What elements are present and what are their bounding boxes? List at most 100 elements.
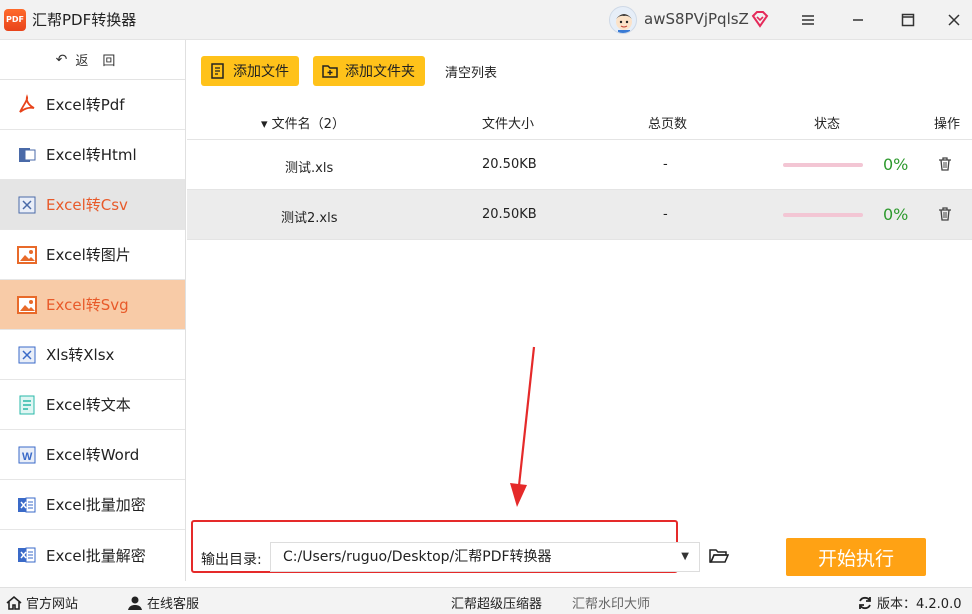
add-folder-button[interactable]: 添加文件夹 xyxy=(313,56,425,86)
column-filename-header[interactable]: ▾ 文件名（2） xyxy=(261,113,345,132)
user-name[interactable]: awS8PVjPqlsZ xyxy=(644,10,749,28)
open-folder-icon[interactable] xyxy=(709,547,729,565)
sidebar-item-label: Excel转Svg xyxy=(46,296,129,314)
progress-bar xyxy=(783,163,863,167)
sidebar-item-excel-to-image[interactable]: Excel转图片 xyxy=(0,230,185,280)
add-file-icon xyxy=(211,63,224,79)
delete-trash-icon[interactable] xyxy=(937,156,953,172)
word-icon: W xyxy=(16,444,38,466)
svg-image-icon xyxy=(16,294,38,316)
refresh-icon xyxy=(859,596,871,609)
minimize-button[interactable] xyxy=(844,6,872,34)
sidebar-item-excel-decrypt[interactable]: Excel批量解密 xyxy=(0,530,185,580)
file-size: 20.50KB xyxy=(482,157,537,172)
table-row[interactable]: 测试2.xls 20.50KB - 0% xyxy=(187,190,972,240)
sidebar-item-excel-encrypt[interactable]: Excel批量加密 xyxy=(0,480,185,530)
sidebar-item-excel-to-word[interactable]: W Excel转Word xyxy=(0,430,185,480)
sidebar-item-xls-to-xlsx[interactable]: Xls转Xlsx xyxy=(0,330,185,380)
csv-icon xyxy=(16,194,38,216)
back-arrow-icon: ↶ xyxy=(55,51,68,68)
column-action-header: 操作 xyxy=(934,117,961,132)
svg-text:W: W xyxy=(22,451,33,463)
progress-percent: 0% xyxy=(883,155,909,174)
table-row[interactable]: 测试.xls 20.50KB - 0% xyxy=(187,140,972,190)
sidebar-item-excel-to-text[interactable]: Excel转文本 xyxy=(0,380,185,430)
product-link-watermark[interactable]: 汇帮水印大师 xyxy=(572,593,650,612)
version-label: 版本：4.2.0.0 xyxy=(877,597,962,612)
sidebar-item-label: Xls转Xlsx xyxy=(46,346,115,364)
table-header: ▾ 文件名（2） 文件大小 总页数 状态 操作 xyxy=(187,102,972,140)
official-website-link[interactable]: 官方网站 xyxy=(6,593,78,612)
chevron-down-icon[interactable]: ▼ xyxy=(681,543,689,571)
clear-list-button[interactable]: 清空列表 xyxy=(445,62,497,81)
column-size-header: 文件大小 xyxy=(482,117,535,132)
product-compressor-label: 汇帮超级压缩器 xyxy=(451,597,543,612)
annotation-arrow-icon xyxy=(510,346,536,507)
app-title: 汇帮PDF转换器 xyxy=(32,11,137,29)
column-pages-header: 总页数 xyxy=(648,117,688,132)
decrypt-excel-icon xyxy=(16,544,38,566)
output-dir-label: 输出目录: xyxy=(201,552,262,568)
avatar-face-icon xyxy=(616,14,632,33)
progress-percent: 0% xyxy=(883,205,909,224)
file-pages: - xyxy=(663,207,668,222)
online-support-link[interactable]: 在线客服 xyxy=(127,593,199,612)
column-status-header: 状态 xyxy=(814,117,841,132)
support-person-icon xyxy=(128,596,142,610)
pdf-icon xyxy=(16,93,38,116)
close-icon xyxy=(948,14,960,26)
maximize-icon xyxy=(901,13,915,27)
sidebar-item-excel-to-svg[interactable]: Excel转Svg xyxy=(0,280,185,330)
sidebar-item-label: Excel转Csv xyxy=(46,196,128,214)
main-panel: 添加文件 添加文件夹 清空列表 ▾ 文件名（2） 文件大小 总页数 状态 操作 … xyxy=(187,40,972,581)
add-folder-label: 添加文件夹 xyxy=(345,64,415,80)
menu-button[interactable] xyxy=(794,6,822,34)
sidebar-item-label: Excel转Pdf xyxy=(46,96,125,114)
add-file-button[interactable]: 添加文件 xyxy=(201,56,299,86)
output-dir-select[interactable]: C:/Users/ruguo/Desktop/汇帮PDF转换器 ▼ xyxy=(270,542,700,572)
delete-trash-icon[interactable] xyxy=(937,206,953,222)
toolbar: 添加文件 添加文件夹 清空列表 xyxy=(187,40,972,102)
image-icon xyxy=(16,244,38,266)
title-bar: PDF 汇帮PDF转换器 awS8PVjPqlsZ xyxy=(0,0,972,40)
home-icon xyxy=(6,595,22,610)
online-support-label: 在线客服 xyxy=(147,597,200,612)
sidebar: ↶ 返回 Excel转Pdf Excel转Html Excel转Csv Exce… xyxy=(0,40,186,581)
html-icon xyxy=(16,144,38,166)
output-dir-path: C:/Users/ruguo/Desktop/汇帮PDF转换器 xyxy=(283,549,552,565)
vip-diamond-icon[interactable] xyxy=(750,9,770,29)
back-button[interactable]: ↶ 返回 xyxy=(0,40,185,80)
back-label: 返回 xyxy=(75,54,130,69)
sidebar-item-excel-to-pdf[interactable]: Excel转Pdf xyxy=(0,80,185,130)
sidebar-item-label: Excel批量加密 xyxy=(46,496,146,514)
file-pages: - xyxy=(663,157,668,172)
sidebar-item-label: Excel转图片 xyxy=(46,246,131,264)
column-filename-label: 文件名（2） xyxy=(271,117,345,132)
file-name: 测试.xls xyxy=(285,161,334,176)
xlsx-icon xyxy=(16,344,38,366)
text-doc-icon xyxy=(16,394,38,416)
add-folder-icon xyxy=(322,65,338,78)
product-link-compressor[interactable]: 汇帮超级压缩器 xyxy=(451,593,542,612)
sidebar-item-label: Excel转Html xyxy=(46,146,137,164)
add-file-label: 添加文件 xyxy=(233,64,289,80)
sidebar-item-excel-to-csv[interactable]: Excel转Csv xyxy=(0,180,185,230)
sidebar-item-excel-to-html[interactable]: Excel转Html xyxy=(0,130,185,180)
file-name: 测试2.xls xyxy=(281,211,338,226)
sidebar-item-label: Excel转文本 xyxy=(46,396,131,414)
encrypt-excel-icon xyxy=(16,494,38,516)
version-info[interactable]: 版本：4.2.0.0 xyxy=(857,593,961,612)
minimize-icon xyxy=(853,19,863,21)
user-avatar[interactable] xyxy=(609,6,637,34)
hamburger-menu-icon xyxy=(802,15,814,25)
product-watermark-label: 汇帮水印大师 xyxy=(572,597,651,612)
file-size: 20.50KB xyxy=(482,207,537,222)
progress-bar xyxy=(783,213,863,217)
sidebar-item-label: Excel转Word xyxy=(46,446,140,464)
sidebar-item-label: Excel批量解密 xyxy=(46,546,146,565)
status-bar: 官方网站 在线客服 汇帮超级压缩器 汇帮水印大师 版本：4.2.0.0 xyxy=(0,587,972,614)
app-logo-icon: PDF xyxy=(4,8,26,31)
close-button[interactable] xyxy=(940,6,968,34)
start-button[interactable]: 开始执行 xyxy=(786,538,926,576)
maximize-button[interactable] xyxy=(894,6,922,34)
